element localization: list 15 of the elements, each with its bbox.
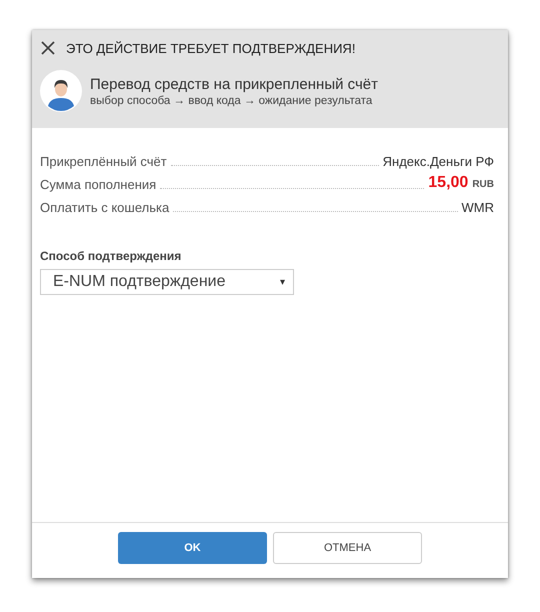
ok-button[interactable]: OK	[118, 532, 267, 564]
detail-label: Оплатить с кошелька	[40, 200, 170, 215]
detail-label: Сумма пополнения	[40, 177, 156, 192]
field-label: Способ подтверждения	[40, 249, 182, 263]
close-icon[interactable]	[40, 40, 56, 56]
cancel-button[interactable]: ОТМЕНА	[273, 532, 422, 564]
detail-value: WMR	[462, 200, 494, 215]
dialog-title: ЭТО ДЕЙСТВИЕ ТРЕБУЕТ ПОДТВЕРЖДЕНИЯ!	[66, 40, 356, 56]
detail-value: Яндекс.Деньги РФ	[382, 154, 494, 169]
method-dropdown[interactable]: E-NUM подтверждение ▾	[40, 269, 294, 295]
detail-label: Прикреплённый счёт	[40, 154, 167, 169]
avatar-icon	[40, 70, 82, 112]
steps-text: выбор способа → ввод кода → ожидание результата	[90, 94, 374, 106]
dialog-heading: Перевод средств на прикрепленный счёт	[90, 76, 378, 92]
amount-value: 15,00 RUB	[428, 174, 494, 192]
